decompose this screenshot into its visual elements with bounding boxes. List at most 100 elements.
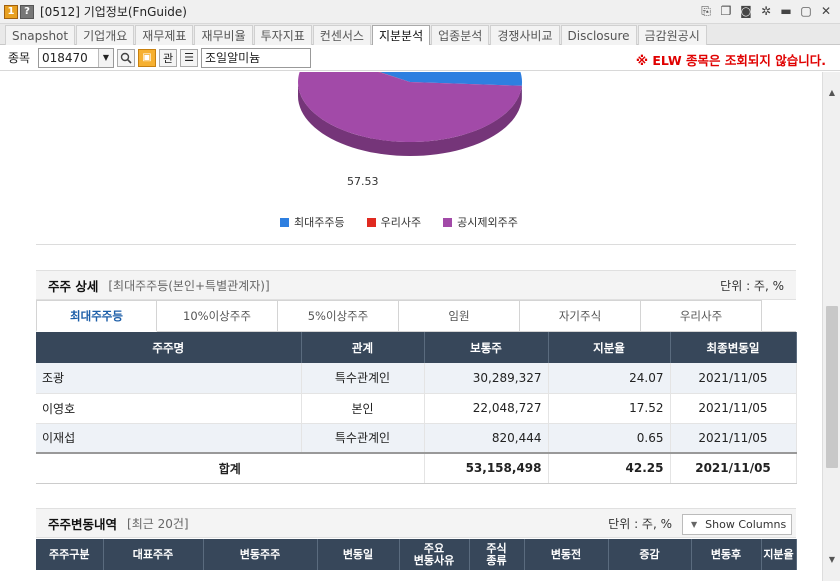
history-column-header: 대표주주 [103, 539, 204, 570]
help-badge[interactable]: ? [20, 4, 34, 19]
tab-1[interactable]: 기업개요 [76, 25, 135, 45]
cell-shares: 820,444 [424, 423, 549, 454]
tab-4[interactable]: 투자지표 [253, 25, 312, 45]
column-header: 주주명 [36, 332, 302, 363]
cell-date: 2021/11/05 [670, 423, 797, 454]
search-icon[interactable] [117, 48, 135, 67]
table-row: 조광 특수관계인 30,289,327 24.07 2021/11/05 [36, 363, 797, 394]
show-columns-button[interactable]: ▼ Show Columns [682, 514, 792, 535]
minimize-icon[interactable]: ▬ [778, 3, 794, 19]
subtab-1[interactable]: 10%이상주주 [157, 300, 278, 332]
scroll-down-icon[interactable]: ▼ [826, 553, 838, 565]
legend-item: 공시제외주주 [443, 214, 518, 230]
window-number-badge[interactable]: 1 [4, 4, 18, 19]
tab-7[interactable]: 업종분석 [431, 25, 490, 45]
tab-0[interactable]: Snapshot [5, 25, 76, 45]
subtab-2[interactable]: 5%이상주주 [278, 300, 399, 332]
legend-swatch [280, 217, 289, 227]
total-label: 합계 [36, 452, 425, 484]
stock-name-field[interactable]: 조일알미늄 [201, 47, 311, 68]
tab-10[interactable]: 금감원공시 [637, 25, 707, 45]
column-header: 관계 [301, 332, 425, 363]
table-row: 이재섭 특수관계인 820,444 0.65 2021/11/05 [36, 423, 797, 454]
main-tabbar: Snapshot 기업개요 재무제표 재무비율 투자지표 컨센서스 지분분석 업종분석 경쟁사비… [0, 24, 840, 45]
history-subtitle: [최근 20건] [127, 516, 189, 531]
chevron-down-icon[interactable]: ▼ [98, 48, 113, 67]
stock-label: 종목 [8, 51, 31, 65]
show-columns-label: Show Columns [705, 518, 787, 531]
tab-6[interactable]: 지분분석 [371, 25, 431, 45]
shareholders-subtitle: [최대주주등(본인+특별관계자)] [108, 278, 270, 293]
pie-data-label: 57.53 [347, 175, 379, 188]
vertical-scrollbar[interactable]: ▲ ▼ [822, 72, 840, 581]
cell-ratio: 0.65 [548, 423, 671, 454]
close-icon[interactable]: ✕ [818, 3, 834, 19]
total-date: 2021/11/05 [670, 452, 797, 484]
window-titlebar: 1 ? [0512] 기업정보(FnGuide) ⎘ ❐ ◙ ✲ ▬ ▢ ✕ [0, 0, 840, 24]
history-column-header: 변동주주 [203, 539, 318, 570]
cell-ratio: 24.07 [548, 363, 671, 394]
tab-9[interactable]: Disclosure [560, 25, 637, 45]
history-column-header: 변동일 [317, 539, 400, 570]
legend-item: 최대주주등 [280, 214, 345, 230]
stock-code-value: 018470 [42, 50, 88, 65]
subtab-0[interactable]: 최대주주등 [36, 300, 157, 332]
subtab-4[interactable]: 자기주식 [520, 300, 641, 332]
legend-label: 우리사주 [380, 216, 422, 229]
window-copy-icon[interactable]: ❐ [718, 3, 734, 19]
scroll-thumb[interactable] [826, 306, 838, 468]
subtab-3[interactable]: 임원 [399, 300, 520, 332]
link-icon[interactable]: ⎘ [698, 3, 714, 19]
cell-relation: 본인 [301, 393, 425, 424]
cell-date: 2021/11/05 [670, 393, 797, 424]
history-table: 주주구분 대표주주 변동주주 변동일 주요 변동사유 주식 종류 변동전 증감 변동후 지분율 [36, 539, 797, 570]
table-row: 이영호 본인 22,048,727 17.52 2021/11/05 [36, 393, 797, 424]
column-header: 지분율 [548, 332, 671, 363]
shareholder-pie-chart [290, 72, 530, 192]
tab-8[interactable]: 경쟁사비교 [490, 25, 560, 45]
legend-label: 공시제외주주 [457, 216, 518, 229]
tab-2[interactable]: 재무제표 [135, 25, 194, 45]
scroll-up-icon[interactable]: ▲ [826, 86, 838, 98]
maximize-icon[interactable]: ▢ [798, 3, 814, 19]
search-bar: 종목 018470 ▼ ▣ 관 ☰ 조일알미늄 ※ ELW 종목은 조회되지 않… [0, 45, 840, 71]
camera-icon[interactable]: ◙ [738, 3, 754, 19]
legend-label: 최대주주등 [294, 216, 345, 229]
subtab-5[interactable]: 우리사주 [641, 300, 762, 332]
total-ratio: 42.25 [548, 452, 671, 484]
shareholder-subtabs: 최대주주등 10%이상주주 5%이상주주 임원 자기주식 우리사주 [36, 300, 796, 332]
legend-item: 우리사주 [366, 214, 422, 230]
legend-swatch [443, 217, 453, 227]
history-column-header: 변동후 [691, 539, 762, 570]
cell-date: 2021/11/05 [670, 363, 797, 394]
column-header: 보통주 [424, 332, 549, 363]
legend-swatch [366, 217, 376, 227]
content-area: 57.53 최대주주등 우리사주 공시제외주주 주주 상세 [최대주주등(본인+특별… [0, 72, 822, 581]
folder-icon[interactable]: ▣ [138, 48, 156, 67]
shareholders-title: 주주 상세 [48, 278, 99, 294]
cell-ratio: 17.52 [548, 393, 671, 424]
total-row: 합계 53,158,498 42.25 2021/11/05 [36, 452, 797, 484]
cell-relation: 특수관계인 [301, 363, 425, 394]
stack-icon[interactable]: ☰ [180, 48, 198, 67]
history-column-header: 주식 종류 [469, 539, 525, 570]
gear-icon[interactable]: ✲ [758, 3, 774, 19]
history-column-header: 지분율 [761, 539, 797, 570]
cell-name: 조광 [36, 363, 302, 394]
history-column-header: 주요 변동사유 [399, 539, 470, 570]
cell-name: 이영호 [36, 393, 302, 424]
tab-5[interactable]: 컨센서스 [312, 25, 371, 45]
history-unit: 단위 : 주, % [608, 516, 672, 531]
stock-code-combobox[interactable]: 018470 ▼ [38, 47, 114, 68]
history-column-header: 주주구분 [36, 539, 104, 570]
history-column-header: 변동전 [524, 539, 609, 570]
tab-3[interactable]: 재무비율 [194, 25, 253, 45]
watch-button[interactable]: 관 [159, 48, 177, 67]
pie-legend: 최대주주등 우리사주 공시제외주주 [280, 214, 518, 230]
chevron-down-icon: ▼ [691, 520, 698, 529]
window-title: [0512] 기업정보(FnGuide) [40, 5, 187, 19]
total-shares: 53,158,498 [424, 452, 549, 484]
shareholders-unit: 단위 : 주, % [720, 278, 784, 293]
cell-name: 이재섭 [36, 423, 302, 454]
cell-relation: 특수관계인 [301, 423, 425, 454]
